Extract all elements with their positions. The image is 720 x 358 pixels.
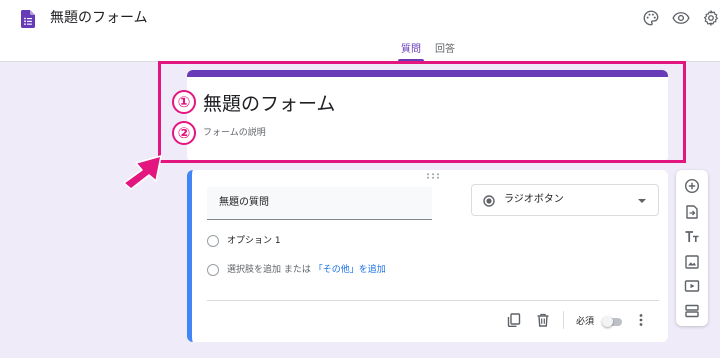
or-text: または — [283, 265, 311, 275]
radio-empty-icon — [207, 264, 219, 276]
radio-empty-icon — [207, 235, 219, 247]
question-card[interactable]: 無題の質問 ラジオボタン オプション 1 選択肢を追加 または 「その他」を追加… — [187, 170, 668, 342]
eye-icon[interactable] — [672, 9, 690, 27]
add-circle-icon[interactable] — [684, 178, 700, 194]
app-title[interactable]: 無題のフォーム — [50, 9, 148, 27]
copy-icon[interactable] — [507, 313, 521, 327]
required-label: 必須 — [576, 317, 595, 327]
trash-icon[interactable] — [536, 313, 550, 327]
add-option-button[interactable]: 選択肢を追加 — [227, 265, 281, 275]
top-bar: 無題のフォーム — [0, 0, 720, 38]
tab-questions[interactable]: 質問 — [401, 44, 421, 56]
card-divider — [207, 300, 659, 301]
question-type-select[interactable]: ラジオボタン — [471, 184, 659, 216]
tab-bar: 質問 回答 — [0, 38, 720, 62]
required-toggle[interactable] — [602, 316, 622, 327]
palette-icon[interactable] — [642, 9, 660, 27]
chevron-down-icon — [638, 199, 646, 203]
gear-icon[interactable] — [702, 9, 720, 27]
side-toolbar — [676, 170, 708, 326]
import-icon[interactable] — [684, 204, 700, 220]
option-item[interactable]: オプション 1 — [207, 234, 607, 248]
callout-two: ② — [172, 121, 196, 145]
question-title-input[interactable]: 無題の質問 — [207, 187, 432, 220]
highlight-box — [158, 61, 686, 163]
footer-divider — [563, 311, 564, 329]
title-text-icon[interactable] — [684, 229, 700, 245]
callout-arrow-icon — [123, 155, 162, 190]
question-title-text: 無題の質問 — [219, 197, 269, 208]
callout-one: ① — [172, 90, 196, 114]
toggle-knob — [602, 316, 613, 327]
option-label[interactable]: オプション 1 — [227, 235, 281, 247]
add-option-text: 選択肢を追加 または 「その他」を追加 — [227, 264, 386, 276]
add-other-link[interactable]: 「その他」を追加 — [314, 265, 386, 275]
image-icon[interactable] — [684, 254, 700, 270]
add-option-row: 選択肢を追加 または 「その他」を追加 — [207, 263, 607, 277]
question-type-label: ラジオボタン — [504, 194, 564, 205]
tab-responses[interactable]: 回答 — [435, 44, 455, 56]
section-icon[interactable] — [684, 303, 700, 319]
radio-button-icon — [483, 195, 495, 207]
form-doc-icon[interactable] — [21, 10, 35, 28]
drag-handle-icon[interactable] — [426, 173, 440, 179]
video-icon[interactable] — [684, 278, 700, 294]
more-vert-icon[interactable] — [634, 313, 648, 327]
